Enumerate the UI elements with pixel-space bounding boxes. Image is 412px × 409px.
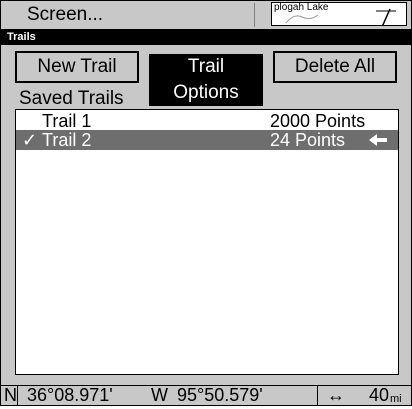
distance-unit: mi [390, 393, 402, 405]
trail-points: 24 Points [270, 130, 346, 150]
checkmark-icon: ✓ [22, 130, 38, 150]
page-title: Trails [1, 29, 411, 45]
saved-trails-label: Saved Trails [19, 88, 124, 109]
distance-icon: ↔ [327, 385, 345, 405]
status-divider [17, 386, 18, 405]
latitude-hemisphere: N [4, 385, 17, 405]
saved-trails-list[interactable]: Trail 1 2000 Points ✓ Trail 2 24 Points [15, 109, 399, 375]
trail-options-label: Trail Options [149, 54, 263, 106]
gps-window: Screen... plogah Lake Trails New Trail T… [0, 0, 412, 406]
screen-menu[interactable]: Screen... [5, 3, 255, 27]
longitude-value: 95°50.579' [177, 385, 263, 405]
trail-name: Trail 1 [42, 111, 92, 131]
distance-value: 40 [369, 385, 390, 405]
button-row: New Trail Trail Options Delete All [1, 51, 411, 106]
arrow-left-icon [369, 134, 387, 146]
longitude-hemisphere: W [151, 385, 168, 405]
trail-row-2[interactable]: ✓ Trail 2 24 Points [16, 130, 398, 150]
delete-all-button[interactable]: Delete All [273, 51, 397, 83]
trail-options-button[interactable]: Trail Options [149, 51, 263, 106]
status-bar: N 36°08.971' W 95°50.579' ↔ 40 mi [1, 385, 411, 405]
trail-name: Trail 2 [42, 130, 92, 150]
status-divider [317, 386, 318, 405]
top-bar: Screen... plogah Lake [1, 1, 411, 29]
trail-points: 2000 Points [270, 111, 366, 131]
latitude-value: 36°08.971' [27, 385, 113, 405]
map-label: plogah Lake [274, 2, 329, 13]
mini-map[interactable]: plogah Lake [271, 2, 407, 26]
trail-row-1[interactable]: Trail 1 2000 Points [16, 111, 398, 131]
new-trail-button[interactable]: New Trail [15, 51, 139, 83]
